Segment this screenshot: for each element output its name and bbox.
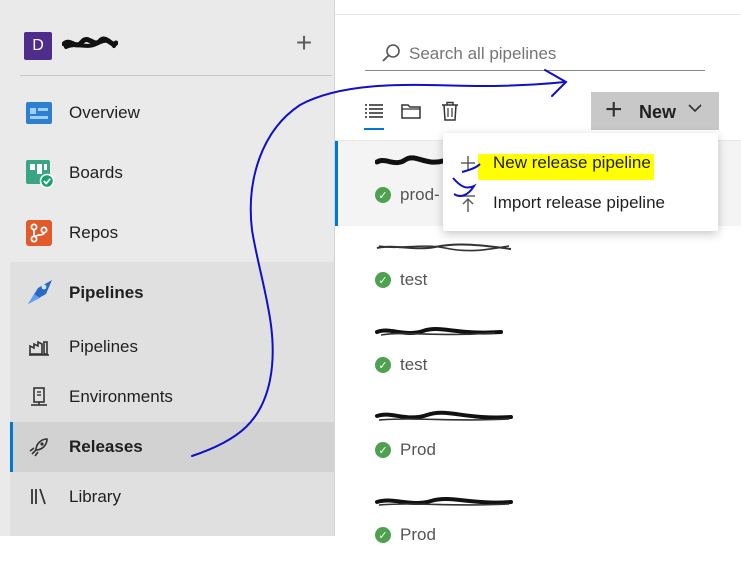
search-placeholder: Search all pipelines xyxy=(409,44,557,63)
library-icon xyxy=(31,488,46,505)
sidebar-item-overview[interactable]: Overview xyxy=(10,88,334,138)
sidebar-subitem-environments[interactable]: Environments xyxy=(10,372,334,422)
success-check-icon: ✓ xyxy=(375,357,391,373)
new-button[interactable]: + New xyxy=(591,92,719,130)
org-name-redacted xyxy=(62,36,118,49)
release-status: ✓ Prod xyxy=(375,525,436,545)
chevron-down-icon xyxy=(688,104,702,113)
left-navigation: D + Overview Boards Repos Pipelines Pipe… xyxy=(0,0,335,536)
rocket-icon xyxy=(29,438,48,457)
folder-icon[interactable] xyxy=(400,100,422,122)
list-item[interactable]: ✓ test xyxy=(335,226,741,311)
status-text: Prod xyxy=(400,525,436,544)
sidebar-subitem-releases[interactable]: Releases xyxy=(10,422,334,472)
status-text: test xyxy=(400,355,428,374)
add-project-icon[interactable]: + xyxy=(292,29,316,57)
menu-item-label: Import release pipeline xyxy=(493,193,665,212)
org-avatar[interactable]: D xyxy=(24,32,52,60)
pipeline-name-redacted xyxy=(375,327,503,336)
sidebar-item-label: Pipelines xyxy=(69,337,138,356)
pipelines-icon xyxy=(28,280,52,304)
release-status: ✓ prod- xyxy=(375,185,440,205)
menu-item-import-release-pipeline[interactable]: Import release pipeline xyxy=(443,183,718,223)
sidebar-item-pipelines[interactable]: Pipelines xyxy=(10,268,334,318)
organization-header: D + xyxy=(10,0,335,84)
plus-icon: + xyxy=(605,93,623,126)
sidebar-subitem-pipelines[interactable]: Pipelines xyxy=(10,322,334,372)
new-button-label: New xyxy=(639,102,677,122)
success-check-icon: ✓ xyxy=(375,527,391,543)
active-view-indicator xyxy=(364,128,384,130)
search-icon xyxy=(382,44,400,62)
sidebar-subitem-library[interactable]: Library xyxy=(10,472,334,522)
release-status: ✓ test xyxy=(375,270,427,290)
pipeline-name-redacted xyxy=(375,155,445,166)
pipeline-name-redacted xyxy=(376,243,512,252)
status-text: prod- xyxy=(400,185,440,204)
top-divider xyxy=(335,14,741,15)
sidebar-item-label: Releases xyxy=(69,437,143,456)
import-icon xyxy=(461,195,475,212)
search-input[interactable]: Search all pipelines xyxy=(365,38,705,71)
sidebar-item-label: Library xyxy=(69,487,121,506)
status-text: test xyxy=(400,270,428,289)
pipeline-name-redacted xyxy=(375,410,513,421)
menu-item-label-highlighted: New release pipeline xyxy=(493,153,651,172)
environments-icon xyxy=(31,387,47,406)
boards-icon xyxy=(26,160,54,188)
success-check-icon: ✓ xyxy=(375,272,391,288)
status-text: Prod xyxy=(400,440,436,459)
pipeline-name-redacted xyxy=(375,497,513,506)
release-status: ✓ Prod xyxy=(375,440,436,460)
main-content: Search all pipelines + New ✓ prod- ✓ tes… xyxy=(335,0,741,544)
trash-icon[interactable] xyxy=(439,100,461,122)
org-separator xyxy=(20,75,332,76)
list-item[interactable]: ✓ Prod xyxy=(335,396,741,481)
success-check-icon: ✓ xyxy=(375,187,391,203)
list-item[interactable]: ✓ test xyxy=(335,311,741,396)
sidebar-item-label: Pipelines xyxy=(69,283,144,302)
new-dropdown-menu: New release pipeline Import release pipe… xyxy=(443,133,718,231)
sidebar-item-label: Environments xyxy=(69,387,173,406)
sidebar-item-label: Boards xyxy=(69,163,123,182)
pipeline-factory-icon xyxy=(29,340,49,356)
overview-icon xyxy=(26,102,52,124)
plus-icon xyxy=(461,156,475,170)
sidebar-item-label: Repos xyxy=(69,223,119,242)
sidebar-item-boards[interactable]: Boards xyxy=(10,148,334,198)
list-item[interactable]: ✓ Prod xyxy=(335,481,741,566)
repos-icon xyxy=(26,220,52,246)
release-status: ✓ test xyxy=(375,355,427,375)
sidebar-item-label: Overview xyxy=(69,103,140,122)
sidebar-item-repos[interactable]: Repos xyxy=(10,208,334,258)
success-check-icon: ✓ xyxy=(375,442,391,458)
list-view-icon[interactable] xyxy=(363,100,385,122)
